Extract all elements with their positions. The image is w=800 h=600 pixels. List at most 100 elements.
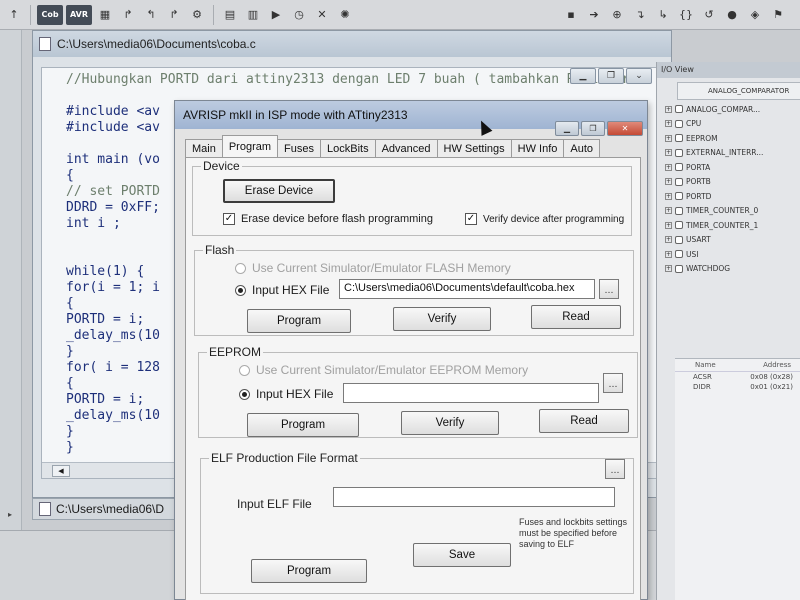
io-view-title: I/O View (657, 62, 800, 78)
save-icon[interactable]: ▪ (561, 5, 581, 25)
arrow-icon[interactable]: ↑ (4, 5, 24, 25)
io-tree-item[interactable]: + PORTB (665, 175, 800, 190)
auto-step-icon[interactable]: ⚙ (187, 5, 207, 25)
checkbox-checked-icon[interactable]: ✓ (465, 213, 477, 225)
tab-main[interactable]: Main (185, 139, 223, 157)
flash-program-button[interactable]: Program (247, 309, 351, 333)
io-tree-item[interactable]: + WATCHDOG (665, 262, 800, 277)
elf-save-button[interactable]: Save (413, 543, 511, 567)
stop-icon[interactable]: ● (722, 5, 742, 25)
io-tree-item[interactable]: + USI (665, 247, 800, 262)
io-tree-item-label: PORTD (686, 191, 712, 201)
io-tree-item[interactable]: + CPU (665, 117, 800, 132)
watch-icon[interactable]: ▤ (220, 5, 240, 25)
io-tree-item[interactable]: + TIMER_COUNTER_0 (665, 204, 800, 219)
editor-tab-second[interactable]: C:\Users\media06\D (32, 498, 182, 520)
expand-icon[interactable]: + (665, 163, 672, 171)
minimize-icon[interactable]: ▁ (555, 121, 579, 136)
chevron-down-icon[interactable]: ⌄ (626, 68, 652, 84)
minimize-icon[interactable]: ▁ (570, 68, 596, 84)
flash-hex-path-input[interactable]: C:\Users\media06\Documents\default\coba.… (339, 279, 595, 299)
braces-icon[interactable]: {} (676, 5, 696, 25)
io-tree-item[interactable]: + EXTERNAL_INTERR... (665, 146, 800, 161)
toggle-icon[interactable]: ◈ (745, 5, 765, 25)
register-row[interactable]: DIDR 0x01 (0x21) (675, 382, 800, 392)
scroll-left-icon[interactable]: ◀ (52, 465, 70, 477)
tab-hw-settings[interactable]: HW Settings (436, 139, 512, 157)
close-icon[interactable]: ✕ (607, 121, 643, 136)
expand-icon[interactable]: + (665, 265, 672, 273)
flash-browse-button[interactable]: … (599, 279, 619, 299)
eeprom-sim-radio[interactable]: Use Current Simulator/Emulator EEPROM Me… (239, 363, 528, 377)
arrow-right-icon[interactable]: ➔ (584, 5, 604, 25)
flash-hex-radio[interactable]: Input HEX File (235, 283, 329, 297)
eeprom-read-button[interactable]: Read (539, 409, 629, 433)
expand-icon[interactable]: + (665, 250, 672, 258)
tab-lockbits[interactable]: LockBits (320, 139, 376, 157)
io-tree-item[interactable]: + TIMER_COUNTER_1 (665, 218, 800, 233)
eeprom-program-button[interactable]: Program (247, 413, 359, 437)
tab-hw-info[interactable]: HW Info (510, 139, 565, 157)
expand-icon[interactable]: + (665, 192, 672, 200)
restore-icon[interactable]: ❐ (581, 121, 605, 136)
io-tree-item[interactable]: + EEPROM (665, 131, 800, 146)
io-tree-item[interactable]: + ANALOG_COMPAR... (665, 102, 800, 117)
peripheral-icon (675, 105, 683, 114)
close-icon[interactable]: ✕ (312, 5, 332, 25)
toolbar-badge-avr[interactable]: AVR (66, 4, 92, 25)
elf-browse-button[interactable]: … (605, 459, 625, 479)
eeprom-verify-button[interactable]: Verify (401, 411, 499, 435)
step-over-icon[interactable]: ↳ (653, 5, 673, 25)
tab-fuses[interactable]: Fuses (277, 139, 321, 157)
checkbox-checked-icon[interactable]: ✓ (223, 213, 235, 225)
radio-selected-icon[interactable] (235, 284, 246, 296)
step-icon[interactable]: ↱ (118, 5, 138, 25)
memory-icon[interactable]: ▥ (243, 5, 263, 25)
toolbar-badge-cob[interactable]: Cob (37, 4, 63, 25)
restore-icon[interactable]: ❐ (598, 68, 624, 84)
expand-icon[interactable]: + (665, 149, 672, 157)
gutter-arrow-icon[interactable]: ▸ (8, 510, 12, 519)
io-tree-item[interactable]: + PORTA (665, 160, 800, 175)
io-tree-item-label: WATCHDOG (686, 264, 731, 274)
expand-icon[interactable]: + (665, 105, 672, 113)
step-into-icon[interactable]: ↴ (630, 5, 650, 25)
expand-icon[interactable]: + (665, 178, 672, 186)
settings-icon[interactable]: ✺ (335, 5, 355, 25)
io-tree-item[interactable]: + PORTD (665, 189, 800, 204)
run-icon[interactable]: ▶ (266, 5, 286, 25)
register-row[interactable]: ACSR 0x08 (0x28) (675, 372, 800, 382)
elf-path-input[interactable] (333, 487, 615, 507)
restart-icon[interactable]: ↺ (699, 5, 719, 25)
verify-after-programming-checkbox[interactable]: ✓ Verify device after programming (465, 213, 624, 225)
erase-device-button[interactable]: Erase Device (223, 179, 335, 203)
tab-advanced[interactable]: Advanced (374, 139, 438, 157)
eeprom-hex-radio[interactable]: Input HEX File (239, 387, 333, 401)
erase-before-flash-checkbox[interactable]: ✓ Erase device before flash programming (223, 213, 433, 225)
radio-selected-icon[interactable] (239, 388, 250, 400)
step-over-icon[interactable]: ↱ (164, 5, 184, 25)
flash-verify-button[interactable]: Verify (393, 307, 491, 331)
chip-icon[interactable]: ▦ (95, 5, 115, 25)
radio-icon[interactable] (239, 364, 250, 376)
expand-icon[interactable]: + (665, 134, 672, 142)
step-out-icon[interactable]: ↰ (141, 5, 161, 25)
expand-icon[interactable]: + (665, 236, 672, 244)
break-icon[interactable]: ⊕ (607, 5, 627, 25)
flash-read-button[interactable]: Read (531, 305, 621, 329)
radio-icon[interactable] (235, 262, 246, 274)
timer-icon[interactable]: ◷ (289, 5, 309, 25)
expand-icon[interactable]: + (665, 120, 672, 128)
io-tree-item[interactable]: + USART (665, 233, 800, 248)
expand-icon[interactable]: + (665, 221, 672, 229)
elf-program-button[interactable]: Program (251, 559, 367, 583)
flash-sim-radio[interactable]: Use Current Simulator/Emulator FLASH Mem… (235, 261, 511, 275)
expand-icon[interactable]: + (665, 207, 672, 215)
eeprom-browse-button[interactable]: … (603, 373, 623, 393)
tab-program[interactable]: Program (221, 135, 279, 157)
device-group: Device Erase Device ✓ Erase device befor… (192, 159, 632, 236)
eeprom-hex-path-input[interactable] (343, 383, 599, 403)
flag-icon[interactable]: ⚑ (768, 5, 788, 25)
io-tree: + ANALOG_COMPAR... + CPU + EEPROM + EXTERNAL_IN… (665, 102, 800, 276)
tab-auto[interactable]: Auto (563, 139, 601, 157)
